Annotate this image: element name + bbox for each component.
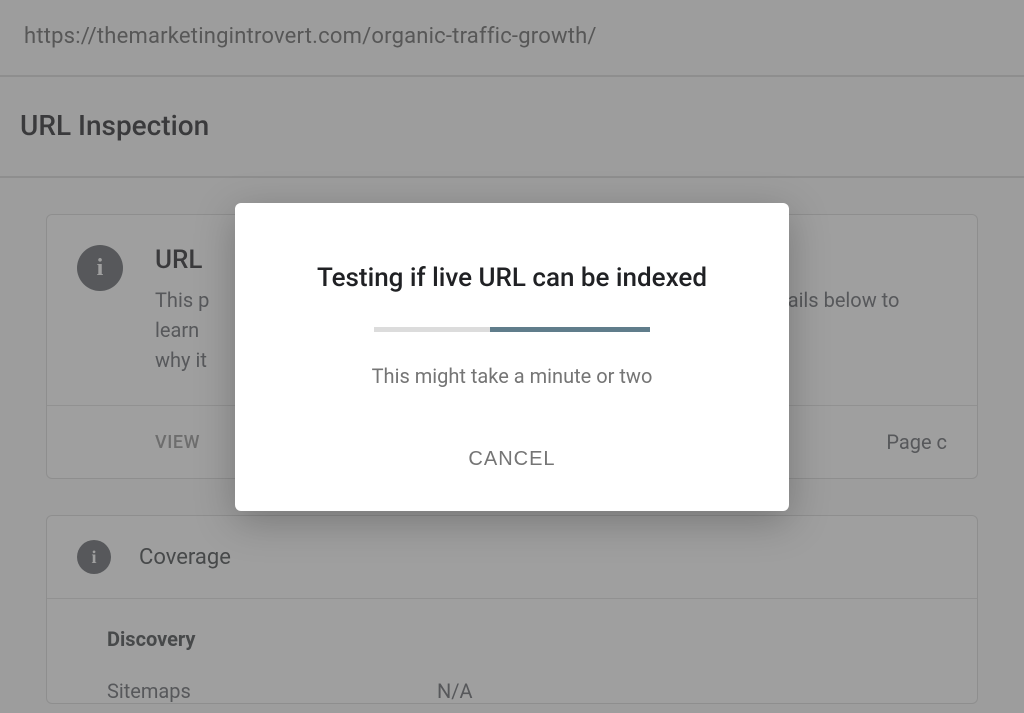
dialog-subtitle: This might take a minute or two — [275, 364, 749, 388]
cancel-button[interactable]: CANCEL — [448, 438, 575, 481]
live-test-dialog: Testing if live URL can be indexed This … — [235, 203, 789, 511]
progress-track — [374, 327, 490, 332]
modal-overlay: Testing if live URL can be indexed This … — [0, 0, 1024, 713]
dialog-title: Testing if live URL can be indexed — [275, 263, 749, 293]
progress-fill — [490, 327, 650, 332]
progress-bar — [374, 327, 650, 332]
